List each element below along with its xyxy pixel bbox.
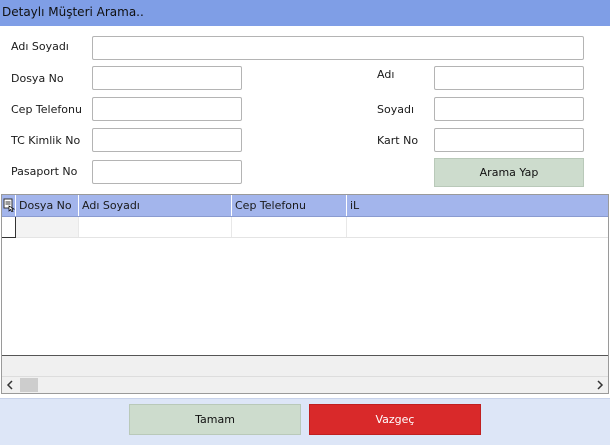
adi-label: Adı bbox=[377, 68, 395, 81]
cep-telefonu-label: Cep Telefonu bbox=[11, 103, 82, 116]
column-header-cep-telefonu[interactable]: Cep Telefonu bbox=[232, 195, 347, 216]
cell-adi-soyadi[interactable] bbox=[79, 217, 232, 237]
kart-no-label: Kart No bbox=[377, 134, 419, 147]
cell-dosya-no[interactable] bbox=[16, 217, 79, 237]
ad-soyadi-input[interactable] bbox=[92, 36, 584, 60]
row-selector[interactable] bbox=[2, 217, 16, 238]
pasaport-input[interactable] bbox=[92, 160, 242, 184]
ad-soyadi-label: Adı Soyadı bbox=[11, 40, 69, 53]
cancel-button[interactable]: Vazgeç bbox=[309, 404, 481, 435]
dialog-footer: Tamam Vazgeç bbox=[0, 398, 610, 445]
ok-button[interactable]: Tamam bbox=[129, 404, 301, 435]
table-row[interactable] bbox=[2, 217, 608, 238]
window-titlebar: Detaylı Müşteri Arama.. bbox=[0, 0, 610, 26]
row-selector-icon[interactable] bbox=[2, 195, 16, 216]
column-header-adi-soyadi[interactable]: Adı Soyadı bbox=[79, 195, 232, 216]
kart-no-input[interactable] bbox=[434, 128, 584, 152]
grid-footer-bar bbox=[2, 355, 608, 377]
pasaport-label: Pasaport No bbox=[11, 165, 78, 178]
tc-kimlik-label: TC Kimlik No bbox=[11, 134, 81, 147]
horizontal-scrollbar[interactable] bbox=[2, 377, 608, 393]
chevron-left-icon[interactable] bbox=[4, 379, 16, 391]
search-form: Adı Soyadı Dosya No Adı Cep Telefonu Soy… bbox=[0, 26, 610, 192]
cell-cep-telefonu[interactable] bbox=[232, 217, 347, 237]
cep-telefonu-input[interactable] bbox=[92, 97, 242, 121]
column-header-il[interactable]: iL bbox=[347, 195, 608, 216]
tc-kimlik-input[interactable] bbox=[92, 128, 242, 152]
grid-header: Dosya No Adı Soyadı Cep Telefonu iL bbox=[2, 195, 608, 217]
search-button[interactable]: Arama Yap bbox=[434, 158, 584, 187]
soyadi-label: Soyadı bbox=[377, 103, 415, 116]
soyadi-input[interactable] bbox=[434, 97, 584, 121]
column-header-dosya-no[interactable]: Dosya No bbox=[16, 195, 79, 216]
dosya-no-input[interactable] bbox=[92, 66, 242, 90]
cell-il[interactable] bbox=[347, 217, 608, 237]
dosya-no-label: Dosya No bbox=[11, 72, 64, 85]
results-grid[interactable]: Dosya No Adı Soyadı Cep Telefonu iL bbox=[1, 194, 609, 394]
window-title: Detaylı Müşteri Arama.. bbox=[2, 5, 144, 19]
chevron-right-icon[interactable] bbox=[594, 379, 606, 391]
scrollbar-thumb[interactable] bbox=[20, 378, 38, 392]
adi-input[interactable] bbox=[434, 66, 584, 90]
